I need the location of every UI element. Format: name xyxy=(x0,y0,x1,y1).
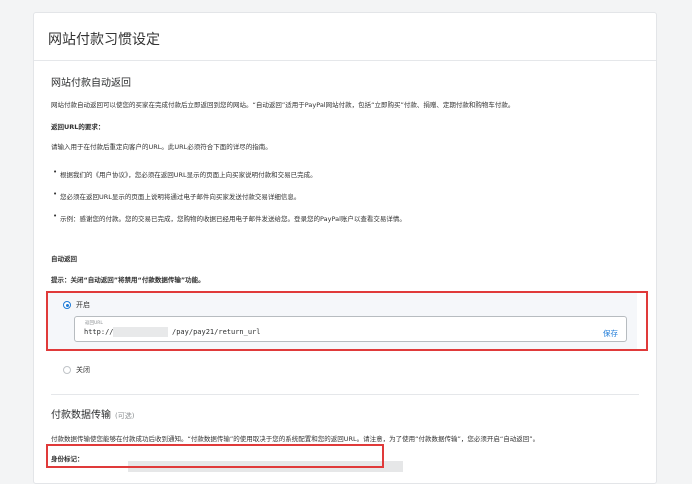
title-divider xyxy=(34,60,656,61)
pdt-heading: 付款数据传输 (可选) xyxy=(51,406,134,421)
highlight-box-identity-token xyxy=(46,444,384,468)
pdt-optional: (可选) xyxy=(115,412,135,420)
auto-return-heading: 网站付款自动返回 xyxy=(51,78,131,89)
pdt-description: 付款数据传输使您能够在付款成功后收到通知。“付款数据传输”的使用取决于您的系统配… xyxy=(51,435,540,443)
requirements-title: 返回URL的要求： xyxy=(51,123,105,131)
section-divider xyxy=(51,394,639,395)
requirement-bullet: 根据我们的《用户协议》，您必须在返回URL显示的页面上向买家说明付款和交易已完成… xyxy=(53,168,317,179)
page-title: 网站付款习惯设定 xyxy=(48,32,160,48)
auto-return-toggle-title: 自动返回 xyxy=(51,255,77,263)
requirement-bullet: 您必须在返回URL显示的页面上说明将通过电子邮件向买家发送付款交易详细信息。 xyxy=(53,190,300,201)
radio-off-label[interactable]: 关闭 xyxy=(76,365,90,375)
auto-return-description: 网站付款自动返回可以使您的买家在完成付款后立即返回到您的网站。“自动返回”适用于… xyxy=(51,101,515,109)
pdt-heading-text: 付款数据传输 xyxy=(51,410,111,421)
radio-off[interactable] xyxy=(63,366,71,374)
settings-card: 网站付款习惯设定 网站付款自动返回 网站付款自动返回可以使您的买家在完成付款后立… xyxy=(33,12,657,484)
highlight-box-auto-return xyxy=(46,291,648,351)
requirements-intro: 请输入用于在付款后重定向客户的URL。此URL必须符合下面的详尽的指南。 xyxy=(51,143,272,151)
auto-return-tip: 提示：关闭“自动返回”将禁用“付款数据传输”功能。 xyxy=(51,276,205,284)
requirement-bullet: 示例：感谢您的付款。您的交易已完成，您购物的收据已经用电子邮件发送给您。登录您的… xyxy=(53,212,406,223)
